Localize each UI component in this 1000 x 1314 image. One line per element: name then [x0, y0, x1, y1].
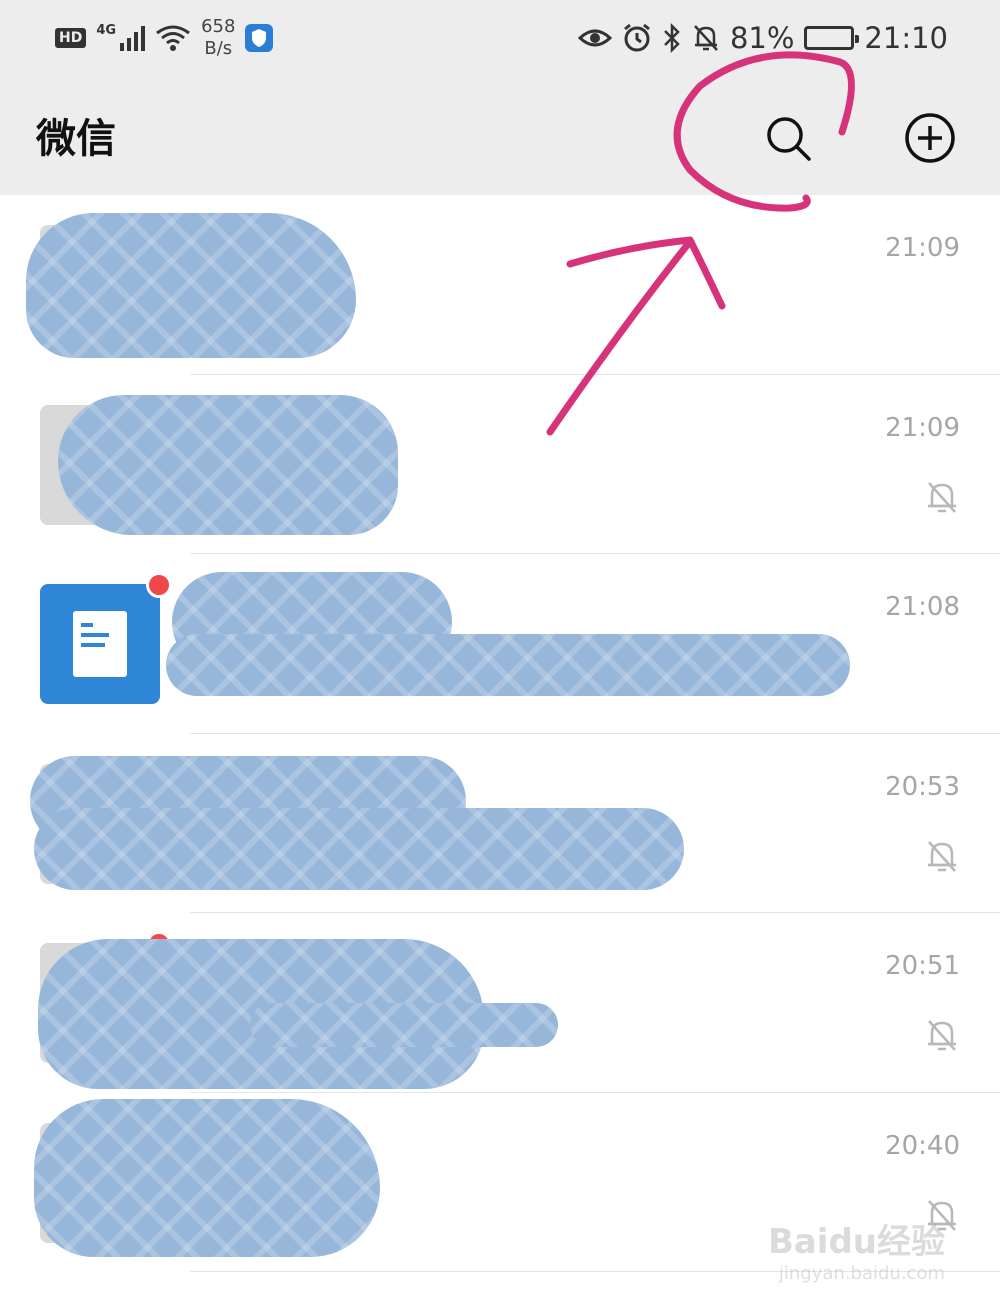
redaction-scribble	[34, 1098, 380, 1257]
chat-row[interactable]: [通话] 21:09	[0, 195, 1000, 375]
network-speed: 658 B/s	[201, 16, 235, 60]
unread-badge	[146, 572, 172, 598]
mute-icon	[928, 840, 956, 872]
chat-row[interactable]: 片] 20:51	[0, 913, 1000, 1093]
mute-icon	[928, 481, 956, 513]
redaction-scribble	[26, 213, 356, 358]
battery-icon	[804, 26, 860, 50]
plus-circle-icon	[905, 113, 955, 163]
chat-list: [通话] 21:09 通知 21:09 21:08	[0, 195, 1000, 1272]
watermark-logo: Baidu经验	[767, 1222, 945, 1262]
alarm-icon	[624, 23, 650, 52]
chat-avatar	[40, 572, 172, 704]
chat-time: 20:51	[885, 951, 960, 981]
watermark-url: jingyan.baidu.com	[778, 1263, 945, 1284]
clock: 21:10	[864, 21, 948, 55]
mute-notification-icon	[694, 25, 718, 51]
shield-icon	[245, 24, 274, 52]
status-left: HD 4G 658 B/s	[55, 12, 274, 64]
app-header: 微信	[0, 78, 1000, 195]
wifi-icon	[156, 25, 190, 51]
battery-percent: 81%	[729, 21, 795, 55]
search-icon	[767, 117, 811, 161]
redaction-scribble	[34, 807, 684, 890]
search-button[interactable]	[758, 108, 818, 168]
redaction-scribble	[166, 634, 850, 696]
speed-value: 658	[201, 16, 236, 37]
page-title: 微信	[36, 116, 116, 162]
eye-icon	[577, 29, 612, 47]
chat-row[interactable]: 20:53	[0, 733, 1000, 913]
mute-icon	[928, 1020, 956, 1051]
chat-row[interactable]: 通知 21:09	[0, 374, 1000, 554]
chat-time: 21:09	[885, 412, 960, 443]
speed-unit: B/s	[204, 38, 233, 59]
status-right: 81% 21:10	[577, 12, 948, 64]
redaction-scribble	[250, 1003, 558, 1047]
chat-row[interactable]: 21:08	[0, 554, 1000, 734]
bluetooth-icon	[664, 23, 680, 53]
document-icon	[73, 611, 127, 677]
redaction-scribble	[58, 394, 398, 535]
add-button[interactable]	[900, 108, 960, 168]
status-bar: HD 4G 658 B/s 81% 21:10	[0, 0, 1000, 78]
chat-time: 21:09	[885, 233, 960, 263]
chat-time: 20:40	[885, 1130, 960, 1161]
hd-badge: HD	[55, 28, 87, 48]
baidu-watermark: Baidu经验 jingyan.baidu.com	[768, 1214, 945, 1284]
chat-time: 21:08	[885, 592, 960, 622]
signal-icon	[120, 25, 146, 51]
chat-time: 20:53	[885, 771, 960, 802]
network-type: 4G	[96, 22, 117, 38]
